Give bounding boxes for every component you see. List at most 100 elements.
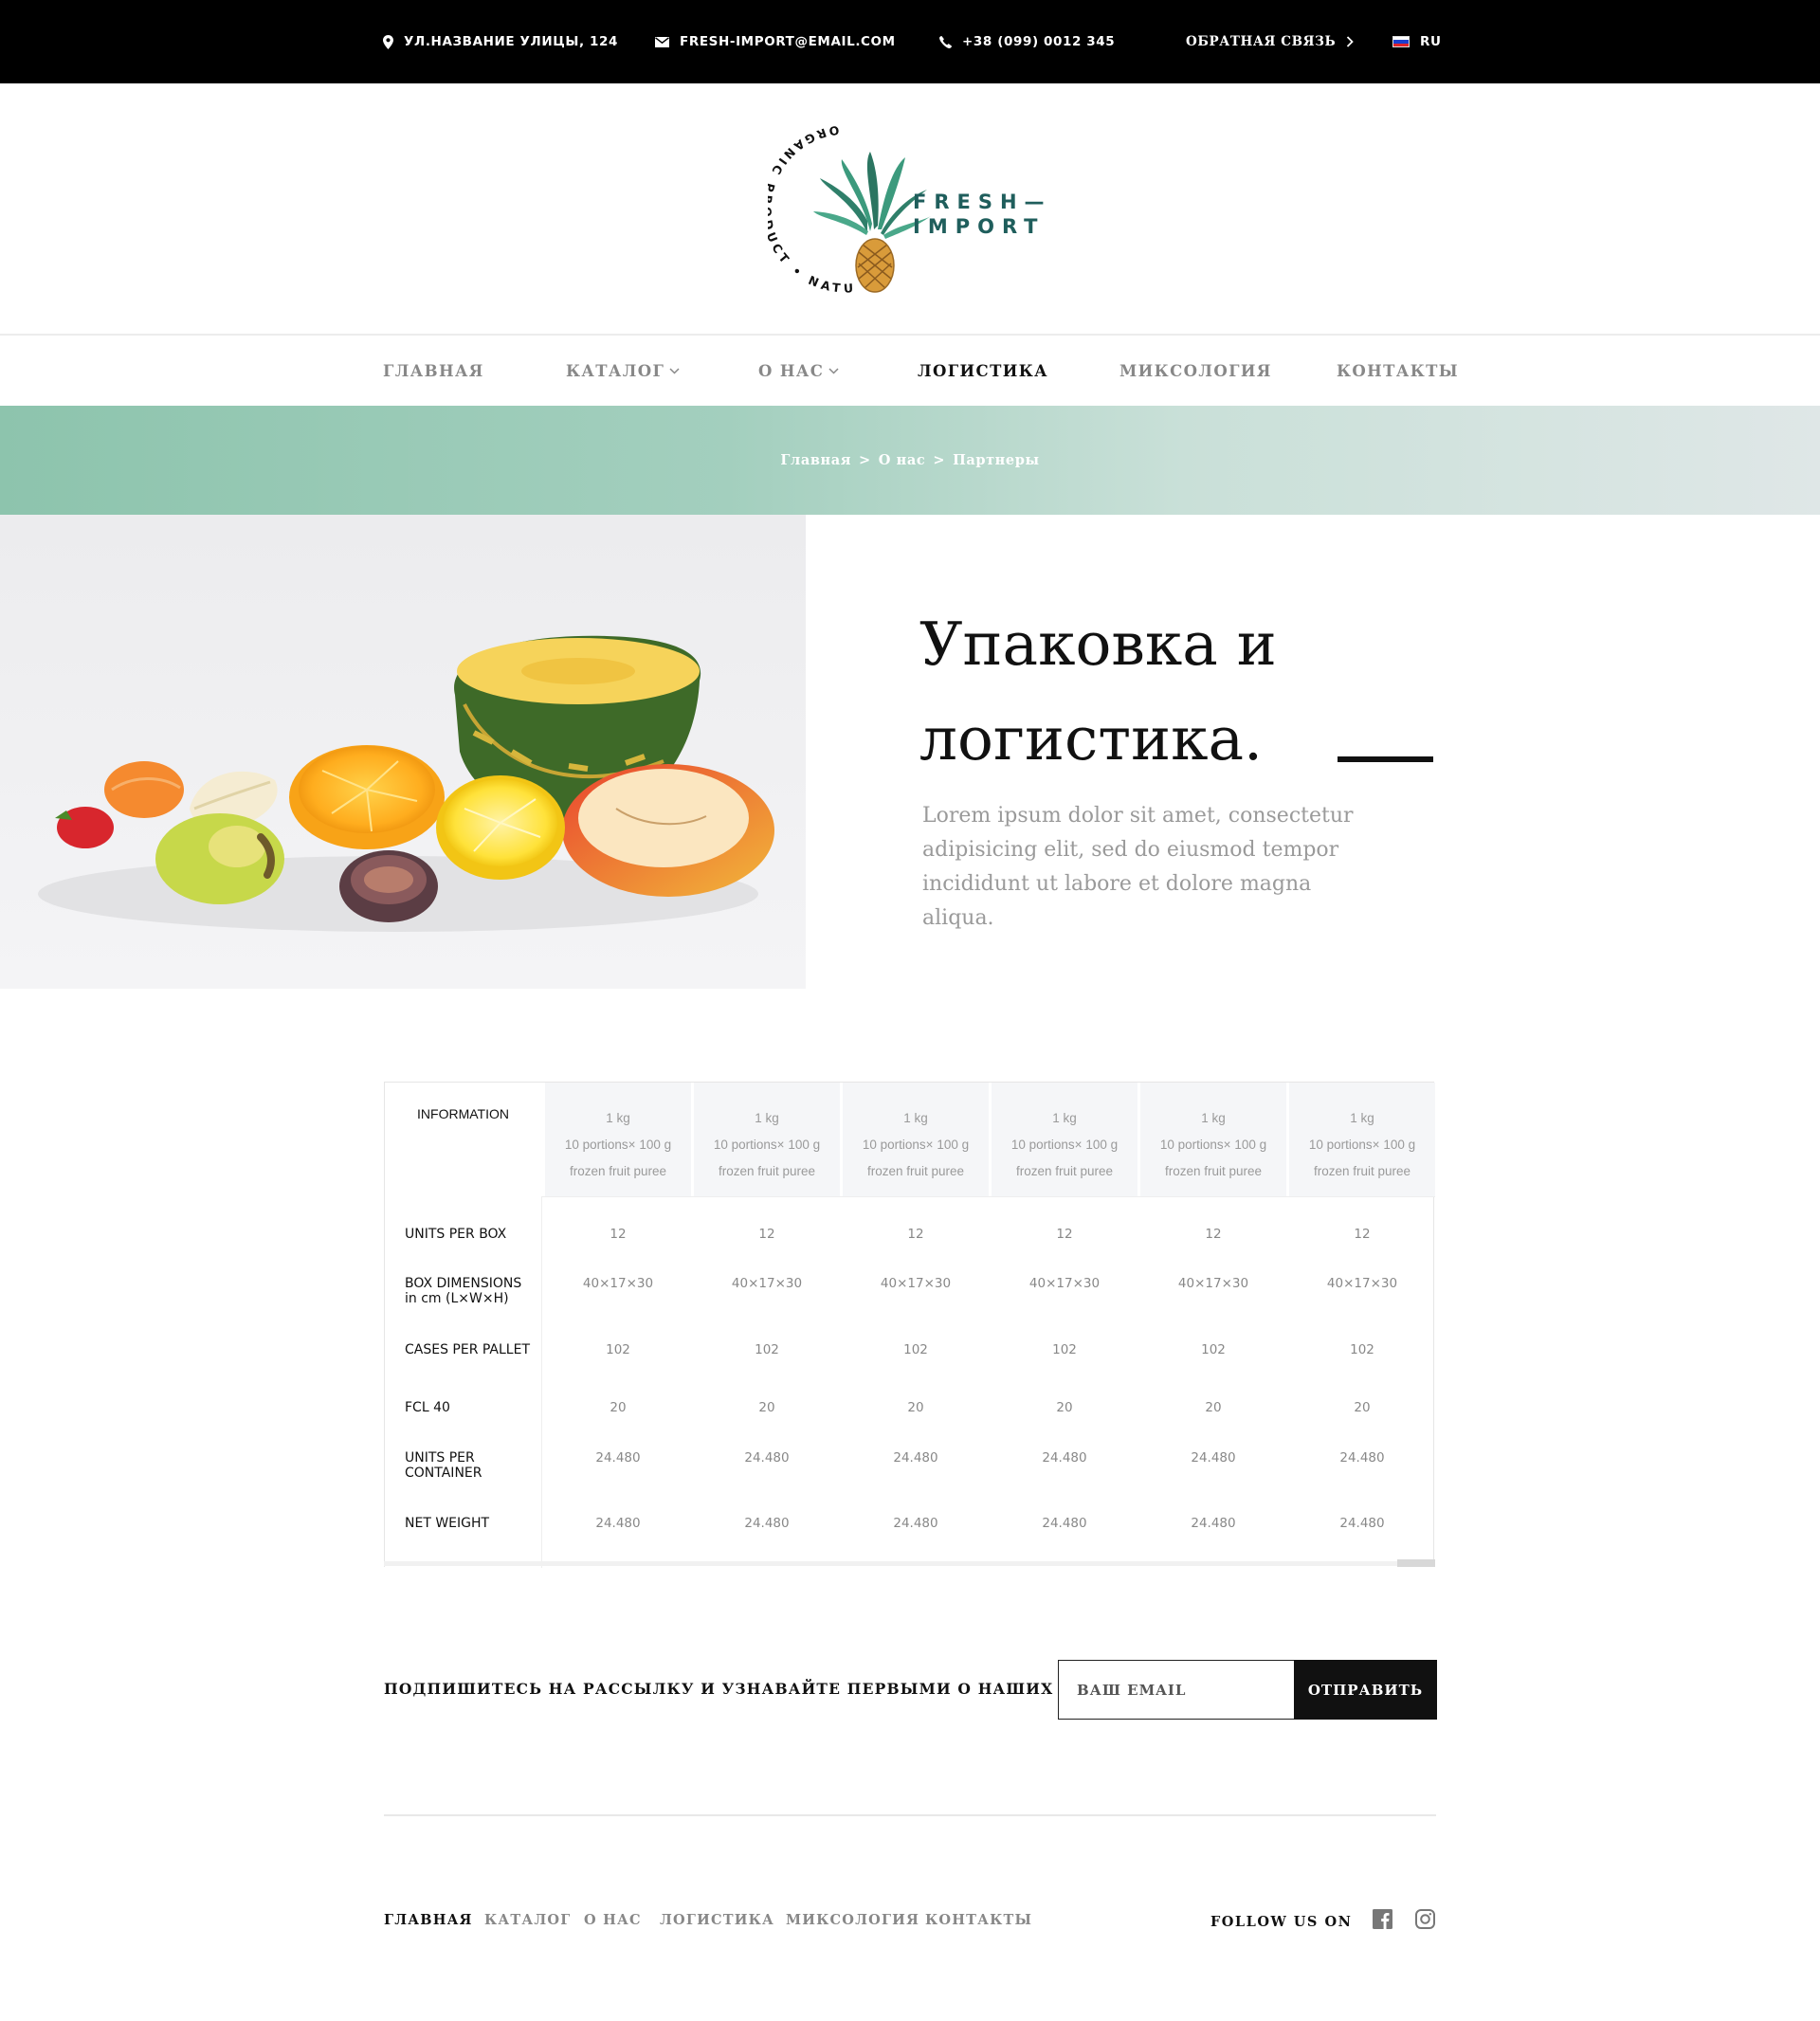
- table-cell: 102: [1201, 1342, 1226, 1357]
- table-cell: 40×17×30: [582, 1276, 654, 1291]
- table-scrollbar-track[interactable]: [384, 1561, 1434, 1566]
- column-description: frozen fruit puree: [1164, 1164, 1263, 1178]
- language-switcher[interactable]: RU: [1392, 0, 1442, 83]
- newsletter-text: ПОДПИШИТЕСЬ НА РАССЫЛКУ И УЗНАВАЙТЕ ПЕРВ…: [384, 1680, 1168, 1698]
- nav-item-catalog[interactable]: КАТАЛОГ: [566, 336, 680, 406]
- chevron-down-icon: [669, 367, 680, 374]
- table-cell: 24.480: [1191, 1450, 1236, 1466]
- breadcrumb-link-about[interactable]: О нас: [879, 452, 926, 468]
- table-label-divider: [541, 1196, 542, 1568]
- table-cell: 20: [1354, 1400, 1371, 1415]
- table-corner-header: INFORMATION: [417, 1106, 509, 1121]
- table-cell: 24.480: [744, 1450, 790, 1466]
- table-cell: 24.480: [893, 1516, 938, 1531]
- title-accent-line: [1338, 756, 1433, 762]
- newsletter-email-input[interactable]: [1058, 1660, 1295, 1720]
- table-scrollbar-thumb[interactable]: [1397, 1559, 1435, 1567]
- footer-nav-logistics[interactable]: ЛОГИСТИКА: [660, 1912, 774, 1928]
- table-cell: 24.480: [1339, 1516, 1385, 1531]
- table-cell: 24.480: [893, 1450, 938, 1466]
- table-cell: 40×17×30: [1326, 1276, 1398, 1291]
- footer-nav-mixology[interactable]: МИКСОЛОГИЯ: [786, 1912, 919, 1928]
- phone-text: +38 (099) 0012 345: [962, 34, 1116, 49]
- column-portions: 10 portions× 100 g: [564, 1138, 672, 1152]
- nav-item-home[interactable]: ГЛАВНАЯ: [383, 336, 484, 406]
- table-cell: 40×17×30: [1177, 1276, 1249, 1291]
- table-cell: 20: [1056, 1400, 1073, 1415]
- breadcrumb-band: Главная > О нас > Партнеры: [0, 406, 1820, 515]
- phone-icon: [939, 35, 952, 48]
- instagram-icon[interactable]: [1415, 1909, 1435, 1934]
- nav-item-label: ГЛАВНАЯ: [383, 361, 484, 380]
- language-label: RU: [1420, 34, 1442, 49]
- facebook-icon[interactable]: [1373, 1909, 1392, 1934]
- row-label: NET WEIGHT: [405, 1516, 490, 1531]
- table-cell: 40×17×30: [731, 1276, 803, 1291]
- svg-text:ORGANIC PRODUCT • NATURAL 100%: ORGANIC PRODUCT • NATURAL 100%: [768, 112, 857, 296]
- breadcrumb-current: Партнеры: [953, 452, 1040, 468]
- table-column-header: 1 kg 10 portions× 100 g frozen fruit pur…: [992, 1083, 1138, 1196]
- column-weight: 1 kg: [1350, 1111, 1374, 1125]
- table-column-header: 1 kg 10 portions× 100 g frozen fruit pur…: [1289, 1083, 1435, 1196]
- nav-item-about[interactable]: О НАС: [758, 336, 839, 406]
- table-cell: 24.480: [1191, 1516, 1236, 1531]
- table-cell: 24.480: [1042, 1516, 1087, 1531]
- map-pin-icon: [383, 34, 393, 49]
- nav-item-label: МИКСОЛОГИЯ: [1119, 361, 1272, 380]
- site-logo[interactable]: ORGANIC PRODUCT • NATURAL 100% FRESH— IM…: [768, 112, 1045, 311]
- table-cell: 24.480: [1339, 1450, 1385, 1466]
- column-description: frozen fruit puree: [866, 1164, 965, 1178]
- envelope-icon: [655, 36, 669, 47]
- table-cell: 102: [1052, 1342, 1077, 1357]
- table-cell: 24.480: [595, 1450, 641, 1466]
- table-cell: 20: [610, 1400, 627, 1415]
- table-cell: 102: [1350, 1342, 1374, 1357]
- footer-nav-about[interactable]: О НАС: [584, 1912, 642, 1928]
- table-column-header: 1 kg 10 portions× 100 g frozen fruit pur…: [843, 1083, 989, 1196]
- russian-flag-icon: [1392, 36, 1410, 47]
- address-text: УЛ.НАЗВАНИЕ УЛИЦЫ, 124: [404, 34, 618, 49]
- table-cell: 102: [606, 1342, 630, 1357]
- breadcrumb-link-home[interactable]: Главная: [780, 452, 851, 468]
- feedback-link[interactable]: ОБРАТНАЯ СВЯЗЬ: [1186, 0, 1354, 83]
- follow-us-label: FOLLOW US ON: [1210, 1914, 1353, 1930]
- column-weight: 1 kg: [1052, 1111, 1077, 1125]
- column-portions: 10 portions× 100 g: [862, 1138, 970, 1152]
- newsletter-submit-button[interactable]: ОТПРАВИТЬ: [1294, 1660, 1437, 1720]
- footer-nav-home[interactable]: ГЛАВНАЯ: [384, 1912, 473, 1928]
- column-portions: 10 portions× 100 g: [713, 1138, 821, 1152]
- table-column-header: 1 kg 10 portions× 100 g frozen fruit pur…: [1140, 1083, 1286, 1196]
- table-cell: 40×17×30: [1028, 1276, 1101, 1291]
- column-portions: 10 portions× 100 g: [1010, 1138, 1119, 1152]
- column-description: frozen fruit puree: [1015, 1164, 1114, 1178]
- breadcrumb-separator: >: [933, 452, 946, 468]
- phone-item[interactable]: +38 (099) 0012 345: [939, 0, 1115, 83]
- logo-line-2: IMPORT: [913, 215, 1046, 238]
- table-cell: 24.480: [744, 1516, 790, 1531]
- breadcrumb: Главная > О нас > Партнеры: [0, 406, 1820, 515]
- feedback-text: ОБРАТНАЯ СВЯЗЬ: [1186, 34, 1337, 49]
- table-cell: 12: [907, 1227, 924, 1242]
- column-portions: 10 portions× 100 g: [1159, 1138, 1267, 1152]
- column-description: frozen fruit puree: [569, 1164, 667, 1178]
- column-portions: 10 portions× 100 g: [1308, 1138, 1416, 1152]
- email-text: FRESH-IMPORT@EMAIL.COM: [680, 34, 896, 49]
- hero-title-line-1: Упаковка и: [919, 610, 1277, 679]
- address-item[interactable]: УЛ.НАЗВАНИЕ УЛИЦЫ, 124: [383, 0, 618, 83]
- nav-item-label: О НАС: [758, 361, 825, 380]
- table-header-divider: [541, 1196, 1435, 1197]
- hero-description: Lorem ipsum dolor sit amet, consectetur …: [922, 804, 1354, 930]
- email-item[interactable]: FRESH-IMPORT@EMAIL.COM: [655, 0, 896, 83]
- chevron-down-icon: [828, 367, 839, 374]
- nav-item-mixology[interactable]: МИКСОЛОГИЯ: [1119, 336, 1272, 406]
- logistics-table: INFORMATION 1 kg 10 portions× 100 g froz…: [384, 1082, 1435, 1568]
- nav-item-logistics[interactable]: ЛОГИСТИКА: [918, 336, 1048, 406]
- top-bar: УЛ.НАЗВАНИЕ УЛИЦЫ, 124 FRESH-IMPORT@EMAI…: [0, 0, 1820, 83]
- footer-nav-catalog[interactable]: КАТАЛОГ: [484, 1912, 571, 1928]
- footer-divider: [384, 1814, 1436, 1816]
- column-weight: 1 kg: [903, 1111, 928, 1125]
- column-weight: 1 kg: [606, 1111, 630, 1125]
- table-cell: 12: [1056, 1227, 1073, 1242]
- nav-item-contacts[interactable]: КОНТАКТЫ: [1337, 336, 1459, 406]
- footer-nav-contacts[interactable]: КОНТАКТЫ: [925, 1912, 1032, 1928]
